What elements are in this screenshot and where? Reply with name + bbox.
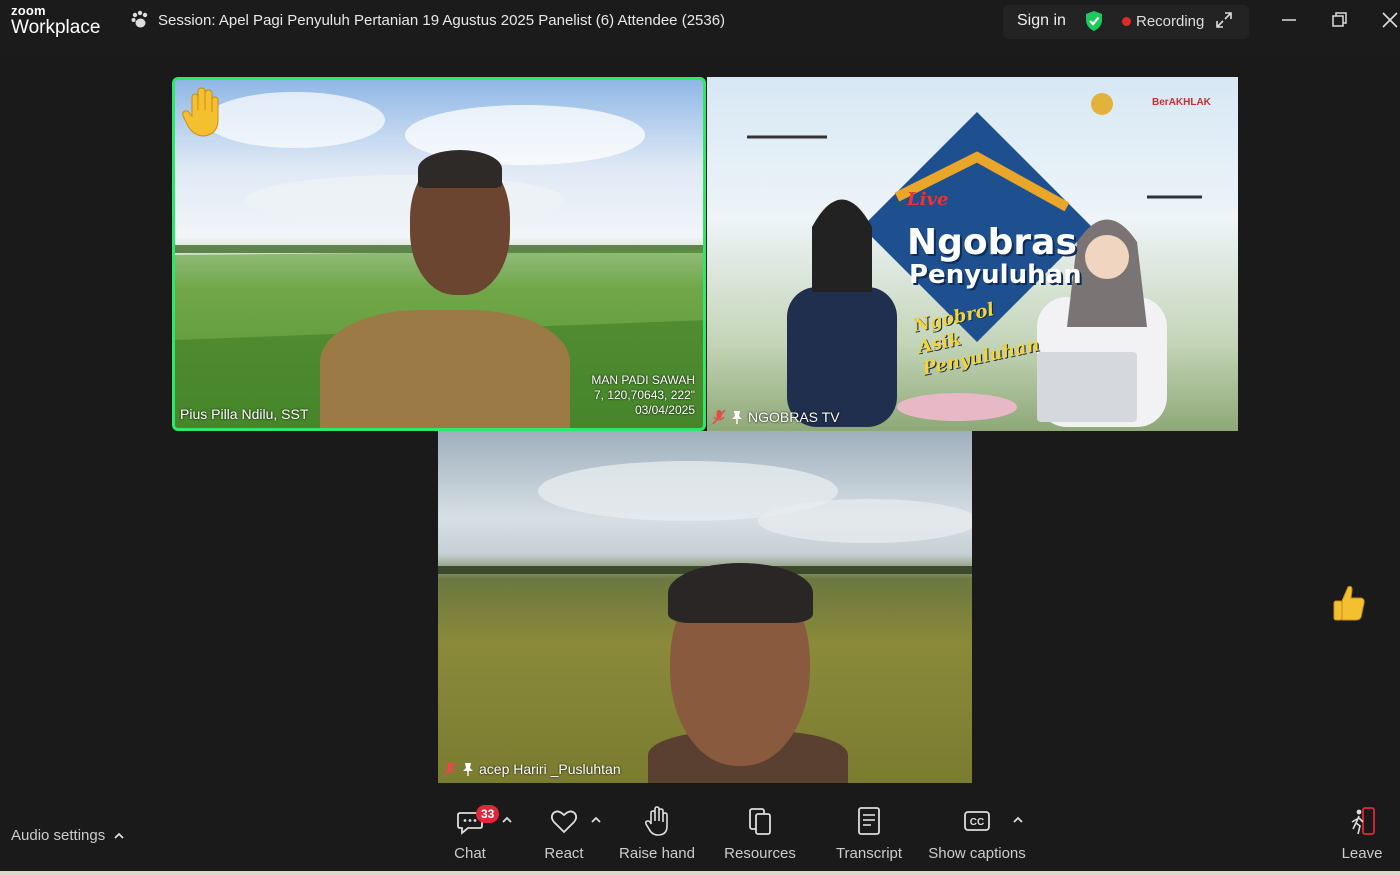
raise-hand-button[interactable]: Raise hand bbox=[602, 805, 712, 862]
captions-options-chevron-icon[interactable] bbox=[1012, 815, 1024, 825]
react-label: React bbox=[544, 845, 584, 862]
leave-button[interactable]: Leave bbox=[1307, 805, 1400, 862]
svg-text:CC: CC bbox=[970, 817, 984, 828]
raise-hand-label: Raise hand bbox=[619, 845, 695, 862]
session-info: Session: Apel Pagi Penyuluh Pertanian 19… bbox=[130, 10, 725, 30]
heart-icon bbox=[550, 810, 578, 834]
minimize-icon[interactable] bbox=[1279, 10, 1299, 30]
recording-indicator[interactable]: Recording bbox=[1122, 13, 1204, 30]
audio-settings-button[interactable]: Audio settings bbox=[11, 827, 125, 844]
stamp-date: 03/04/2025 bbox=[634, 403, 695, 417]
chat-label: Chat bbox=[454, 845, 486, 862]
participant-name: NGOBRAS TV bbox=[712, 409, 840, 425]
raised-hand-icon bbox=[182, 86, 222, 140]
resources-button[interactable]: Resources bbox=[705, 805, 815, 862]
hand-icon bbox=[644, 806, 668, 836]
show-captions-label: Show captions bbox=[928, 845, 1026, 862]
header-status-panel: Sign in Recording bbox=[1003, 5, 1249, 39]
recording-dot-icon bbox=[1122, 17, 1131, 26]
zoom-window: zoom Workplace Session: Apel Pagi Penyul… bbox=[0, 0, 1400, 875]
participant-name: Pius Pilla Ndilu, SST bbox=[180, 406, 308, 422]
expand-icon[interactable] bbox=[1215, 11, 1233, 29]
banner-subtitle: Penyuluhan bbox=[909, 260, 1082, 290]
video-tile-participant[interactable]: acep Hariri _Pusluhtan bbox=[438, 431, 972, 783]
chevron-up-icon bbox=[114, 832, 124, 839]
muted-mic-icon bbox=[443, 761, 457, 777]
meeting-toolbar: Audio settings Chat 33 React Raise hand … bbox=[0, 795, 1400, 875]
recording-label: Recording bbox=[1136, 13, 1205, 30]
leave-icon bbox=[1351, 807, 1375, 835]
transcript-label: Transcript bbox=[835, 845, 903, 862]
session-title: Session: Apel Pagi Penyuluh Pertanian 19… bbox=[158, 11, 726, 29]
banner-title: Ngobras bbox=[907, 222, 1077, 263]
logo-top-text: zoom bbox=[11, 3, 46, 18]
show-captions-button[interactable]: CC Show captions bbox=[922, 805, 1032, 862]
resources-label: Resources bbox=[724, 845, 796, 862]
stamp-location: MAN PADI SAWAH bbox=[591, 373, 695, 387]
banner-live: Live bbox=[907, 189, 949, 210]
muted-mic-icon bbox=[712, 409, 726, 425]
thumbs-up-reaction-icon bbox=[1332, 583, 1366, 623]
closed-captions-icon: CC bbox=[964, 811, 990, 831]
transcript-button[interactable]: Transcript bbox=[814, 805, 924, 862]
resources-icon bbox=[749, 808, 771, 835]
title-bar: zoom Workplace Session: Apel Pagi Penyul… bbox=[0, 0, 1400, 50]
transcript-icon bbox=[858, 807, 880, 835]
photo-timestamp: MAN PADI SAWAH 7, 120,70643, 222" 03/04/… bbox=[591, 373, 695, 418]
video-tile-speaker[interactable]: MAN PADI SAWAH 7, 120,70643, 222" 03/04/… bbox=[172, 77, 706, 431]
participant-name-label: NGOBRAS TV bbox=[748, 409, 840, 425]
pin-icon bbox=[461, 761, 475, 777]
react-options-chevron-icon[interactable] bbox=[590, 815, 602, 825]
participant-name-label: acep Hariri _Pusluhtan bbox=[479, 761, 621, 777]
audio-settings-label: Audio settings bbox=[11, 827, 106, 844]
stamp-coordinates: 7, 120,70643, 222" bbox=[593, 388, 695, 402]
video-tile-ngobras-tv[interactable]: Ngobras Penyuluhan Live Ngobrol Asik Pen… bbox=[707, 77, 1238, 431]
logo-bottom-text: Workplace bbox=[11, 17, 101, 38]
paw-icon bbox=[130, 10, 150, 30]
participant-name-label: Pius Pilla Ndilu, SST bbox=[180, 406, 309, 422]
restore-icon[interactable] bbox=[1330, 10, 1350, 30]
leave-label: Leave bbox=[1341, 845, 1383, 862]
brand-logo: BerAKHLAK bbox=[1152, 97, 1211, 108]
zoom-workplace-logo: zoom Workplace bbox=[11, 4, 100, 37]
pin-icon bbox=[730, 409, 744, 425]
shield-check-icon[interactable] bbox=[1084, 10, 1104, 32]
window-bottom-edge bbox=[0, 871, 1400, 875]
chat-unread-badge: 33 bbox=[476, 805, 500, 823]
close-icon[interactable] bbox=[1380, 10, 1400, 30]
sign-in-button[interactable]: Sign in bbox=[1017, 12, 1066, 30]
participant-name: acep Hariri _Pusluhtan bbox=[443, 761, 621, 777]
